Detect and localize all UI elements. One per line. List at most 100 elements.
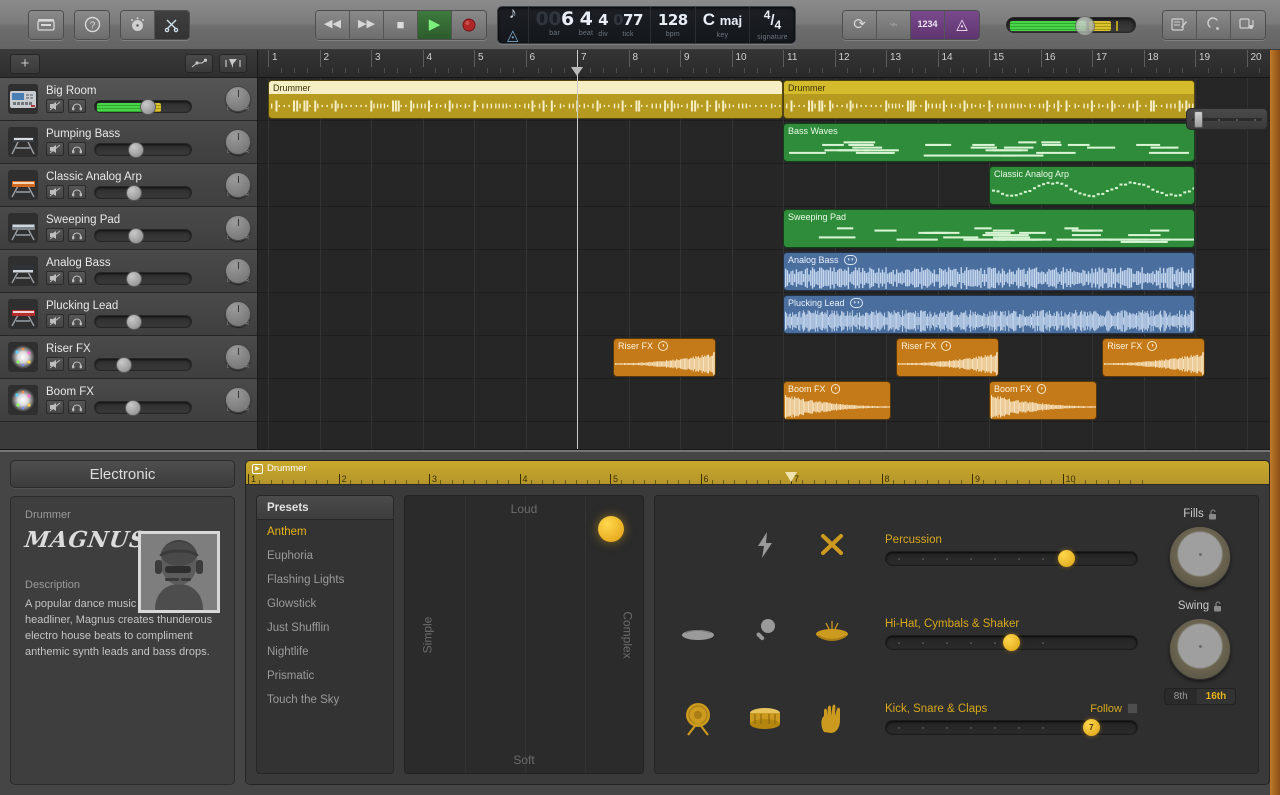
- timeline-area[interactable]: 1 2 3 4 5 6 7 8 9 10 11 12 13 14 15 16 17 18 19 20 Drummer D…: [258, 50, 1280, 449]
- sticks-icon[interactable]: [818, 532, 846, 563]
- play-button[interactable]: ▶: [418, 10, 452, 39]
- add-track-button[interactable]: +: [10, 53, 40, 74]
- track-header-boom-fx[interactable]: Boom FX L R: [0, 379, 257, 422]
- volume-knob[interactable]: [126, 313, 142, 330]
- editor-ruler[interactable]: ▶ Drummer 1 2 3 4 5 6 7 8 9 10: [246, 461, 1269, 485]
- tuner-button[interactable]: ⌁: [877, 10, 911, 39]
- clap-hand-icon[interactable]: [818, 704, 846, 739]
- mute-button[interactable]: [46, 99, 64, 113]
- playhead[interactable]: [571, 50, 583, 449]
- track-header-analog-bass[interactable]: Analog Bass L R: [0, 250, 257, 293]
- editor-playhead[interactable]: [785, 472, 797, 482]
- fills-knob[interactable]: [1169, 526, 1231, 588]
- solo-button[interactable]: [68, 185, 86, 199]
- preset-item-prismatic[interactable]: Prismatic: [257, 664, 393, 688]
- lcd-signature[interactable]: 4/4 signature: [750, 7, 795, 43]
- region-classic-analog-arp[interactable]: Classic Analog Arp: [989, 166, 1195, 205]
- play-region-icon[interactable]: ▶: [252, 463, 263, 474]
- region-drummer[interactable]: Drummer: [268, 80, 783, 119]
- mute-button[interactable]: [46, 357, 64, 371]
- record-button[interactable]: [452, 10, 486, 39]
- count-in-button[interactable]: 1234: [911, 10, 945, 39]
- lcd-key[interactable]: C maj key: [696, 6, 751, 43]
- pan-knob[interactable]: LR: [225, 129, 251, 155]
- solo-button[interactable]: [68, 400, 86, 414]
- solo-button[interactable]: [68, 142, 86, 156]
- volume-knob[interactable]: [128, 141, 144, 158]
- slider-knob[interactable]: [1057, 550, 1075, 568]
- mute-button[interactable]: [46, 185, 64, 199]
- solo-button[interactable]: [68, 99, 86, 113]
- loop-browser-button[interactable]: [1197, 10, 1231, 39]
- automation-button[interactable]: [185, 54, 213, 73]
- track-lane[interactable]: [258, 379, 1280, 422]
- region-sweeping-pad[interactable]: Sweeping Pad: [783, 209, 1195, 248]
- track-volume-slider[interactable]: [94, 184, 192, 201]
- preset-item-glowstick[interactable]: Glowstick: [257, 592, 393, 616]
- solo-button[interactable]: [68, 228, 86, 242]
- preset-item-just-shufflin[interactable]: Just Shufflin: [257, 616, 393, 640]
- region-riser-fx[interactable]: Riser FX ◑: [896, 338, 1000, 377]
- track-volume-slider[interactable]: [94, 98, 192, 115]
- track-header-plucking-lead[interactable]: Plucking Lead L R: [0, 293, 257, 336]
- swing-knob[interactable]: [1169, 618, 1231, 680]
- lcd-position[interactable]: 006 bar 4 beat 4 div 077 tick: [529, 6, 651, 43]
- track-volume-slider[interactable]: [94, 141, 192, 158]
- pan-knob[interactable]: LR: [225, 301, 251, 327]
- cycle-button[interactable]: ⟳: [843, 10, 877, 39]
- playhead-handle[interactable]: [571, 67, 583, 76]
- follow-control[interactable]: Follow: [1090, 703, 1138, 715]
- follow-checkbox[interactable]: [1127, 703, 1138, 715]
- pan-knob[interactable]: LR: [225, 344, 251, 370]
- shaker-icon[interactable]: [753, 617, 777, 652]
- zoom-handle[interactable]: [1194, 110, 1203, 128]
- solo-button[interactable]: [68, 271, 86, 285]
- mute-button[interactable]: [46, 271, 64, 285]
- media-browser-button[interactable]: [1231, 10, 1265, 39]
- swing-8th-option[interactable]: 8th: [1165, 689, 1197, 704]
- track-volume-slider[interactable]: [94, 313, 192, 330]
- cymbal-flat-icon[interactable]: [681, 623, 715, 647]
- track-volume-slider[interactable]: [94, 227, 192, 244]
- snare-icon[interactable]: [747, 706, 783, 737]
- pan-knob[interactable]: LR: [225, 215, 251, 241]
- rewind-button[interactable]: ◀◀: [316, 10, 350, 39]
- master-volume-slider[interactable]: [1006, 15, 1136, 36]
- lcd-display[interactable]: ♪ ◬ 006 bar 4 beat 4 div 077 tick 128 bp…: [497, 5, 796, 44]
- region-riser-fx[interactable]: Riser FX ◑: [1102, 338, 1206, 377]
- pan-knob[interactable]: LR: [225, 172, 251, 198]
- solo-button[interactable]: [68, 357, 86, 371]
- track-volume-slider[interactable]: [94, 270, 192, 287]
- preset-item-flashing-lights[interactable]: Flashing Lights: [257, 568, 393, 592]
- volume-knob[interactable]: [140, 98, 156, 115]
- preset-item-euphoria[interactable]: Euphoria: [257, 544, 393, 568]
- slider-track[interactable]: [885, 550, 1138, 568]
- swing-16th-option[interactable]: 16th: [1196, 689, 1236, 704]
- slider-knob[interactable]: 7: [1082, 718, 1100, 736]
- region-boom-fx[interactable]: Boom FX ◑: [783, 381, 892, 420]
- flex-button[interactable]: [219, 54, 247, 73]
- volume-knob[interactable]: [125, 399, 141, 416]
- help-button[interactable]: ?: [75, 10, 109, 39]
- region-bass-waves[interactable]: Bass Waves: [783, 123, 1195, 162]
- lightning-icon[interactable]: [754, 531, 776, 564]
- slider-track[interactable]: 7: [885, 718, 1138, 736]
- lcd-tempo[interactable]: 128 bpm: [651, 6, 696, 43]
- smart-controls-button[interactable]: [121, 10, 155, 39]
- preset-item-anthem[interactable]: Anthem: [257, 520, 393, 544]
- pan-knob[interactable]: LR: [225, 387, 251, 413]
- editors-button[interactable]: [155, 10, 189, 39]
- preset-item-nightlife[interactable]: Nightlife: [257, 640, 393, 664]
- solo-button[interactable]: [68, 314, 86, 328]
- xy-puck[interactable]: [598, 516, 625, 543]
- notepad-button[interactable]: [1163, 10, 1197, 39]
- track-volume-slider[interactable]: [94, 356, 192, 373]
- preset-item-touch-the-sky[interactable]: Touch the Sky: [257, 688, 393, 712]
- volume-knob[interactable]: [128, 227, 144, 244]
- stop-button[interactable]: ■: [384, 10, 418, 39]
- track-header-sweeping-pad[interactable]: Sweeping Pad L R: [0, 207, 257, 250]
- track-header-big-room[interactable]: Big Room L R: [0, 78, 257, 121]
- library-button[interactable]: [29, 10, 63, 39]
- genre-button[interactable]: Electronic: [10, 460, 235, 488]
- region-boom-fx[interactable]: Boom FX ◑: [989, 381, 1098, 420]
